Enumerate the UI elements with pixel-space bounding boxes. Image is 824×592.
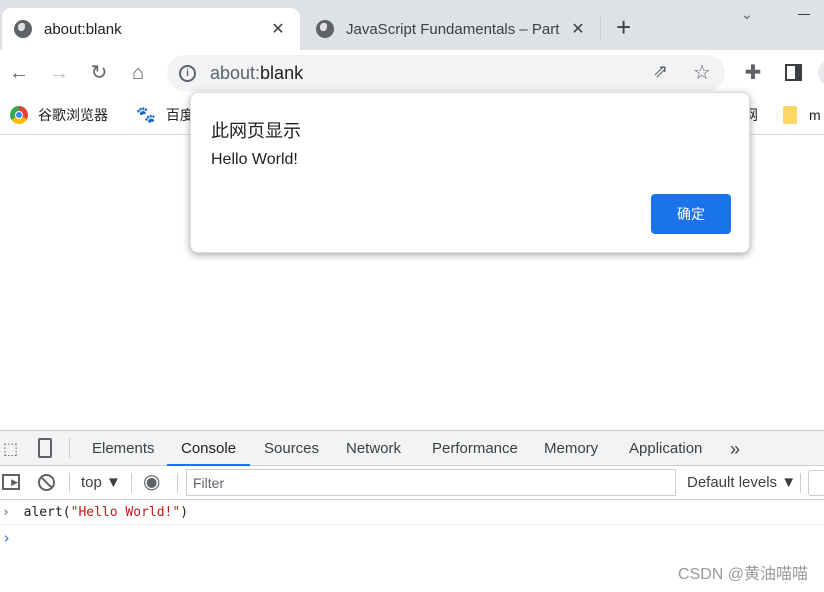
forward-button[interactable]: → (46, 60, 72, 86)
device-toolbar-icon[interactable] (38, 438, 52, 458)
input-chevron-icon: › (2, 505, 10, 520)
alert-dialog: 此网页显示 Hello World! 确定 (190, 92, 750, 253)
console-toolbar: ▶ top ▼ ◉ Filter Default levels ▼ (0, 466, 824, 500)
console-prompt[interactable]: › (2, 529, 11, 547)
issues-button[interactable] (808, 470, 824, 496)
divider (177, 473, 178, 493)
new-tab-button[interactable]: + (616, 12, 631, 43)
bookmark-label: m (809, 107, 821, 123)
url-scheme: about: (210, 62, 261, 83)
globe-icon (316, 20, 334, 38)
close-tab-icon[interactable]: ✕ (568, 19, 588, 39)
divider (131, 473, 132, 493)
tab-title: about:blank (44, 20, 122, 38)
clear-console-icon[interactable] (38, 474, 55, 491)
tab-elements[interactable]: Elements (92, 431, 155, 466)
folder-icon (783, 106, 797, 124)
tab-strip: about:blank ✕ JavaScript Fundamentals – … (0, 0, 824, 50)
tab-network[interactable]: Network (346, 431, 401, 466)
devtools-panel: ⬚ Elements Console Sources Network Perfo… (0, 430, 824, 592)
tab-search-chevron-icon[interactable]: ⌄ (741, 6, 753, 23)
live-expression-eye-icon[interactable]: ◉ (143, 469, 160, 494)
baidu-paw-icon: 🐾 (136, 107, 156, 124)
bookmark-baidu[interactable]: 🐾 百度 (136, 96, 194, 134)
ok-button[interactable]: 确定 (651, 194, 731, 234)
log-levels-select[interactable]: Default levels ▼ (687, 474, 796, 491)
bookmark-chrome[interactable]: 谷歌浏览器 (10, 96, 108, 134)
url-text: about:blank (210, 63, 303, 84)
filter-input[interactable]: Filter (186, 469, 676, 496)
tab-performance[interactable]: Performance (432, 431, 518, 466)
tab-javascript-fundamentals[interactable]: JavaScript Fundamentals – Part ✕ (304, 8, 600, 50)
chrome-icon (10, 106, 28, 124)
tab-application[interactable]: Application (629, 431, 702, 466)
side-panel-icon[interactable] (785, 64, 802, 81)
bookmark-folder[interactable]: m (783, 96, 821, 134)
tab-title: JavaScript Fundamentals – Part (346, 20, 560, 38)
extensions-icon[interactable]: ✚ (740, 60, 766, 86)
sidebar-toggle-icon[interactable]: ▶ (2, 474, 20, 490)
info-icon[interactable]: i (179, 64, 196, 82)
watermark: CSDN @黄油喵喵 (677, 566, 808, 583)
context-select[interactable]: top ▼ (81, 474, 121, 491)
globe-icon (14, 20, 32, 38)
minimize-button[interactable] (798, 14, 810, 15)
address-bar[interactable]: i about:blank ⇗ ☆ (167, 55, 725, 91)
bookmark-label: 谷歌浏览器 (38, 107, 108, 123)
tab-memory[interactable]: Memory (544, 431, 598, 466)
more-tabs-icon[interactable]: » (730, 431, 740, 466)
devtools-tabs: ⬚ Elements Console Sources Network Perfo… (0, 431, 824, 466)
divider (69, 438, 70, 458)
divider (800, 473, 801, 493)
tab-about-blank[interactable]: about:blank ✕ (2, 8, 300, 50)
share-icon[interactable]: ⇗ (653, 61, 668, 82)
home-button[interactable]: ⌂ (125, 60, 151, 86)
divider (600, 17, 601, 41)
console-code: alert( (23, 505, 71, 520)
divider (69, 473, 70, 493)
back-button[interactable]: ← (6, 60, 32, 86)
tab-sources[interactable]: Sources (264, 431, 319, 466)
dialog-title: 此网页显示 (211, 121, 301, 141)
url-host: blank (260, 62, 304, 83)
dialog-message: Hello World! (211, 151, 298, 168)
console-code-close: ) (180, 505, 189, 520)
inspect-element-icon[interactable]: ⬚ (3, 439, 18, 459)
reload-button[interactable]: ↻ (86, 60, 112, 86)
console-string: "Hello World!" (70, 505, 181, 520)
tab-console[interactable]: Console (167, 431, 251, 466)
profile-avatar[interactable] (818, 60, 824, 86)
console-entry: › alert("Hello World!") (0, 501, 824, 525)
close-tab-icon[interactable]: ✕ (268, 19, 288, 39)
bookmark-star-icon[interactable]: ☆ (693, 60, 711, 85)
